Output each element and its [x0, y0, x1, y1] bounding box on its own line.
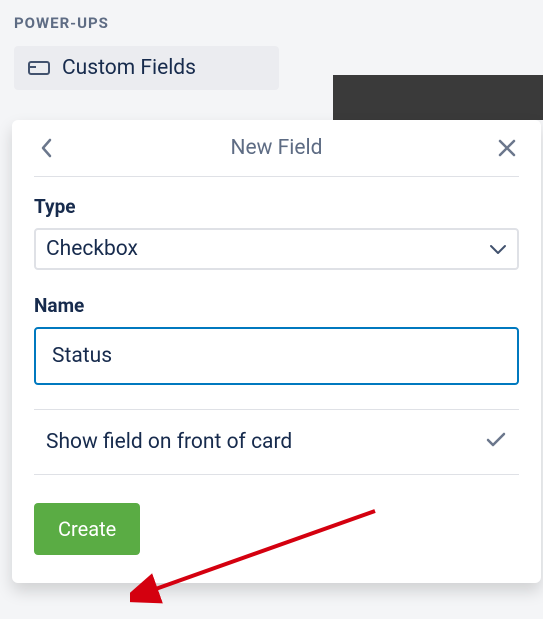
type-label: Type: [34, 195, 519, 218]
type-select[interactable]: Checkbox: [34, 228, 519, 270]
show-on-front-option[interactable]: Show field on front of card: [34, 409, 519, 475]
close-icon: [498, 139, 516, 157]
sidebar-item-custom-fields[interactable]: Custom Fields: [14, 46, 279, 90]
chevron-down-icon: [489, 240, 507, 259]
sidebar-item-label: Custom Fields: [62, 56, 196, 80]
powerups-section-title: POWER-UPS: [14, 14, 529, 32]
close-button[interactable]: [495, 136, 519, 160]
create-button[interactable]: Create: [34, 503, 140, 555]
popover-title: New Field: [231, 136, 323, 160]
name-input[interactable]: [34, 327, 519, 385]
type-select-value: Checkbox: [46, 237, 489, 261]
show-on-front-label: Show field on front of card: [46, 430, 292, 454]
chevron-left-icon: [39, 137, 53, 159]
back-button[interactable]: [34, 136, 58, 160]
name-label: Name: [34, 294, 519, 317]
check-icon: [485, 431, 507, 453]
new-field-popover: New Field Type Checkbox Name Show field …: [12, 120, 541, 583]
custom-fields-icon: [28, 57, 50, 79]
